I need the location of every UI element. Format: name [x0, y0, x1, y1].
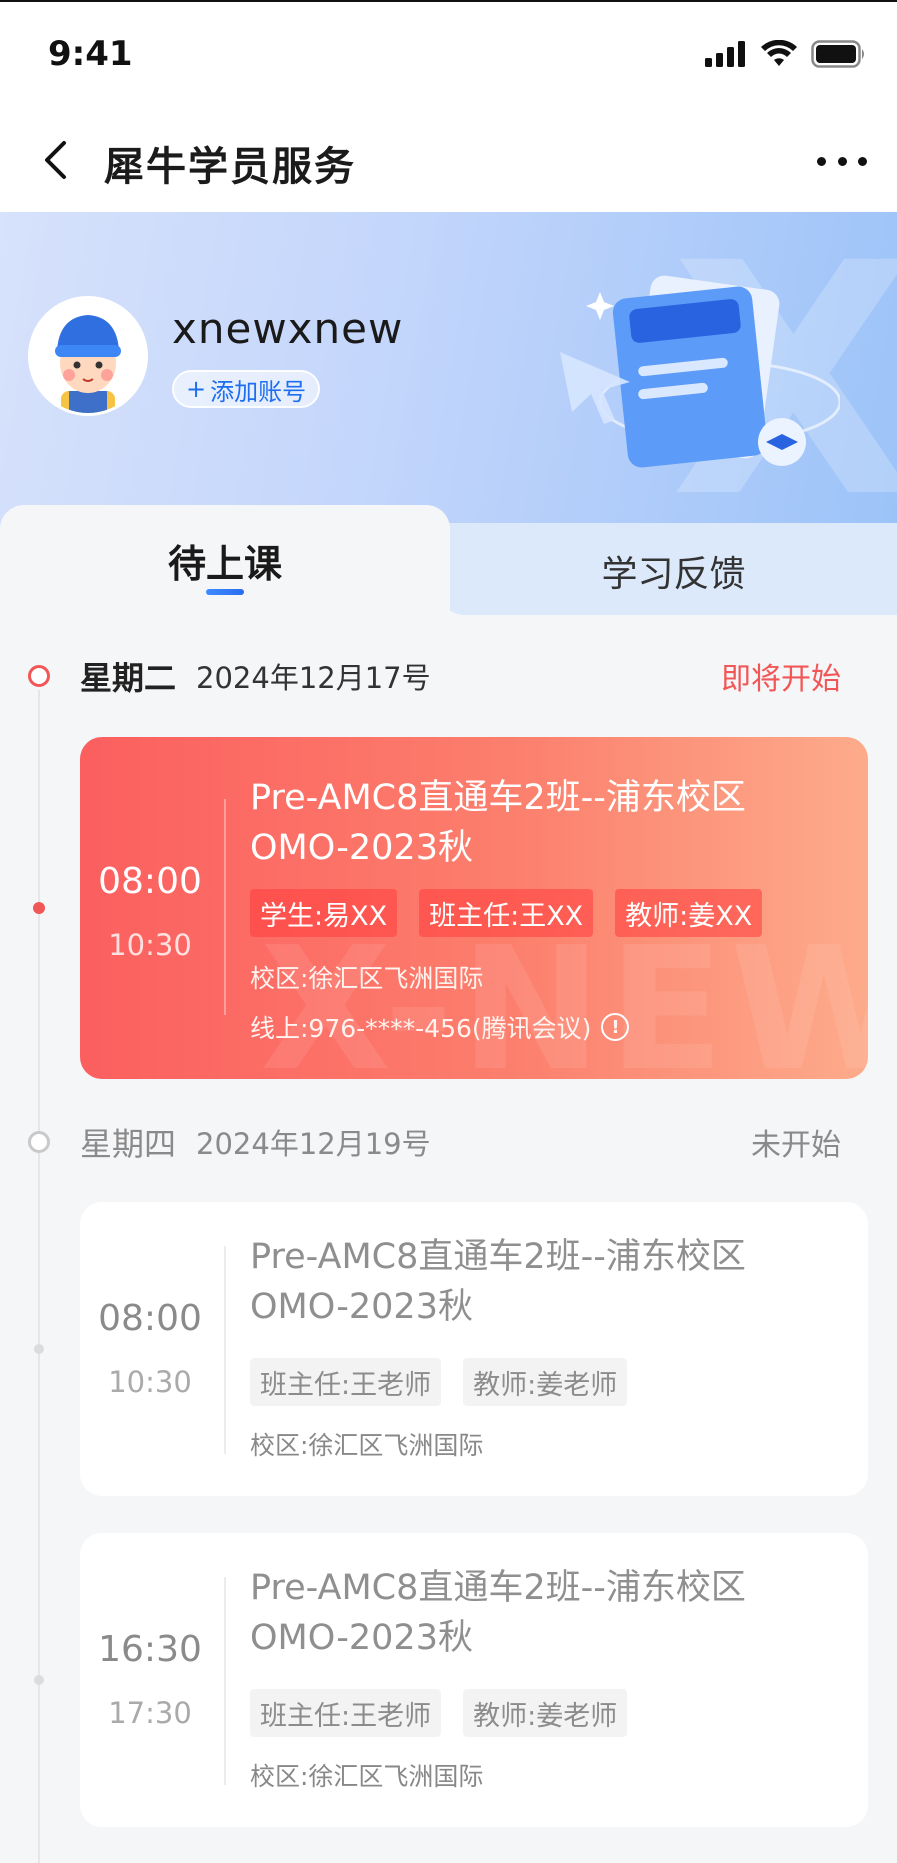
timeline-class-marker — [33, 902, 45, 914]
tab-upcoming-label: 待上课 — [167, 542, 282, 586]
class-title-line1: Pre-AMC8直通车2班--浦东校区 — [250, 1237, 746, 1277]
wifi-icon — [761, 40, 797, 66]
class-title-line1: Pre-AMC8直通车2班--浦东校区 — [250, 778, 746, 818]
timeline-class-marker — [34, 1675, 44, 1685]
page-title: 犀牛学员服务 — [104, 144, 356, 190]
class-end-time: 10:30 — [108, 1365, 192, 1399]
tag-teacher: 教师:姜老师 — [463, 1689, 628, 1737]
day-header: 星期四 2024年12月19号 未开始 — [80, 1117, 869, 1167]
timeline-day-marker — [28, 1131, 50, 1153]
class-card[interactable]: 16:30 17:30 Pre-AMC8直通车2班--浦东校区 OMO-2023… — [80, 1533, 868, 1827]
status-time: 9:41 — [48, 34, 133, 74]
class-end-time: 10:30 — [108, 928, 192, 962]
day-header: 星期二 2024年12月17号 即将开始 — [80, 651, 869, 701]
signal-icon — [705, 41, 745, 67]
tag-student: 学生:易XX — [250, 889, 398, 937]
nav-bar: 犀牛学员服务 — [0, 108, 897, 212]
timeline-class-marker — [34, 1344, 44, 1354]
card-divider — [224, 1577, 226, 1785]
class-title-line2: OMO-2023秋 — [250, 1618, 473, 1658]
day-status: 未开始 — [751, 1128, 841, 1163]
status-bar: 9:41 — [0, 0, 897, 108]
class-campus: 校区:徐汇区飞洲国际 — [250, 959, 483, 995]
class-title-line2: OMO-2023秋 — [250, 1287, 473, 1327]
avatar[interactable] — [28, 296, 148, 416]
battery-icon — [811, 40, 864, 68]
day-date: 2024年12月19号 — [196, 1127, 431, 1161]
card-divider — [224, 1246, 226, 1454]
info-icon[interactable]: ! — [601, 1013, 630, 1041]
class-tags: 学生:易XX 班主任:王XX 教师:姜XX — [250, 889, 763, 937]
day-name: 星期四 — [80, 1125, 177, 1163]
class-card[interactable]: X-NEW 08:00 10:30 Pre-AMC8直通车2班--浦东校区 OM… — [80, 737, 868, 1079]
class-online-text: 线上:976-****-456(腾讯会议) — [250, 1014, 592, 1043]
class-start-time: 08:00 — [98, 861, 202, 902]
class-title: Pre-AMC8直通车2班--浦东校区 OMO-2023秋 — [250, 1563, 844, 1663]
add-account-label: 添加账号 — [210, 377, 307, 406]
class-title: Pre-AMC8直通车2班--浦东校区 OMO-2023秋 — [250, 773, 844, 873]
back-icon — [45, 141, 66, 179]
class-tags: 班主任:王老师 教师:姜老师 — [250, 1689, 628, 1737]
tab-bar: 学习反馈 待上课 — [0, 505, 897, 615]
tab-active-indicator — [206, 589, 244, 595]
course-illustration-icon — [560, 275, 840, 468]
plus-icon: + — [186, 375, 207, 403]
class-title-line2: OMO-2023秋 — [250, 828, 473, 868]
class-campus-text: 校区:徐汇区飞洲国际 — [250, 964, 484, 993]
profile-header: X xnewxnew + 添加账号 — [0, 212, 897, 542]
class-title-line1: Pre-AMC8直通车2班--浦东校区 — [250, 1568, 746, 1608]
class-campus-text: 校区:徐汇区飞洲国际 — [250, 1762, 484, 1791]
day-name: 星期二 — [80, 659, 177, 697]
timeline-day-marker — [28, 665, 50, 687]
class-campus: 校区:徐汇区飞洲国际 — [250, 1426, 483, 1462]
class-start-time: 08:00 — [98, 1298, 202, 1339]
class-title: Pre-AMC8直通车2班--浦东校区 OMO-2023秋 — [250, 1232, 844, 1332]
status-icons — [705, 40, 867, 68]
tab-feedback-label[interactable]: 学习反馈 — [450, 545, 897, 597]
card-divider — [224, 799, 226, 1015]
tab-upcoming[interactable]: 待上课 — [0, 505, 450, 615]
tag-teacher: 教师:姜老师 — [463, 1358, 628, 1406]
day-date: 2024年12月17号 — [196, 661, 431, 695]
class-tags: 班主任:王老师 教师:姜老师 — [250, 1358, 628, 1406]
class-campus: 校区:徐汇区飞洲国际 — [250, 1757, 483, 1793]
class-online: 线上:976-****-456(腾讯会议) ! — [250, 1009, 630, 1045]
class-campus-text: 校区:徐汇区飞洲国际 — [250, 1431, 484, 1460]
username: xnewxnew — [172, 304, 404, 353]
class-end-time: 17:30 — [108, 1696, 192, 1730]
avatar-illustration — [31, 299, 145, 413]
add-account-button[interactable]: + 添加账号 — [172, 370, 321, 408]
back-button[interactable] — [30, 132, 80, 188]
class-card[interactable]: 08:00 10:30 Pre-AMC8直通车2班--浦东校区 OMO-2023… — [80, 1202, 868, 1496]
timeline-line — [38, 690, 40, 1863]
class-time: 16:30 17:30 — [80, 1629, 220, 1730]
class-start-time: 16:30 — [98, 1629, 202, 1670]
day-status: 即将开始 — [721, 662, 841, 697]
class-time: 08:00 10:30 — [80, 861, 220, 962]
tag-teacher: 教师:姜XX — [615, 889, 763, 937]
tag-head-teacher: 班主任:王老师 — [250, 1358, 442, 1406]
tag-head-teacher: 班主任:王老师 — [250, 1689, 442, 1737]
tag-head-teacher: 班主任:王XX — [419, 889, 594, 937]
more-icon — [817, 156, 826, 166]
class-time: 08:00 10:30 — [80, 1298, 220, 1399]
more-button[interactable] — [817, 146, 867, 176]
